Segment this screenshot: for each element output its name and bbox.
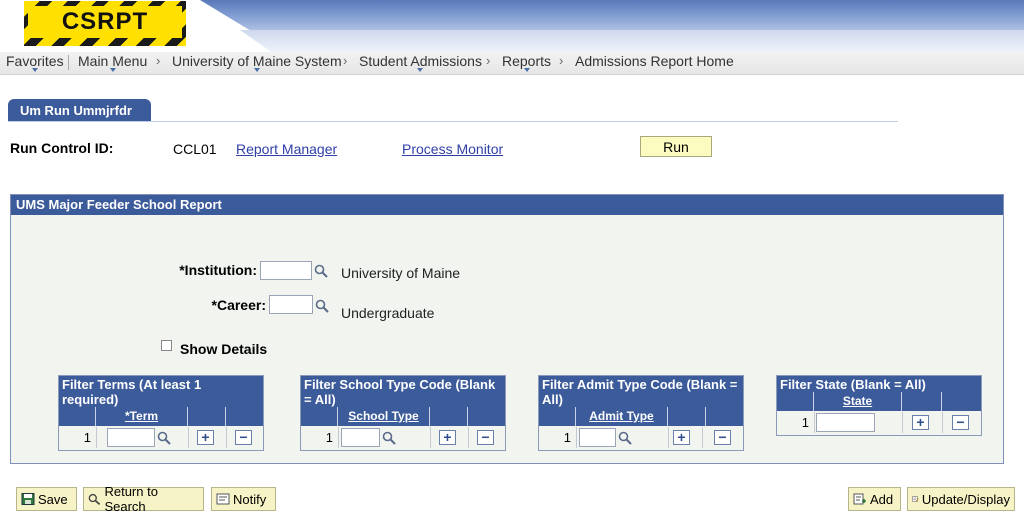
breadcrumb-separator-icon: ›	[156, 53, 161, 68]
delete-row-icon[interactable]: −	[952, 415, 969, 430]
nav-admissions-report-home[interactable]: Admissions Report Home	[575, 53, 734, 69]
dropdown-indicator-icon	[31, 68, 38, 72]
return-to-search-button[interactable]: Return to Search	[83, 484, 204, 514]
state-input[interactable]	[816, 413, 875, 432]
table-row: 1 + −	[59, 427, 263, 448]
grid-column-header: Admit Type	[539, 407, 743, 426]
process-monitor-link[interactable]: Process Monitor	[402, 141, 503, 157]
delete-row-icon[interactable]: −	[714, 430, 731, 445]
grid-column-header: School Type	[301, 407, 505, 426]
run-control-id-label: Run Control ID:	[10, 140, 114, 156]
add-row-icon[interactable]: +	[439, 430, 456, 445]
group-title: UMS Major Feeder School Report	[11, 195, 1003, 215]
lookup-icon[interactable]	[315, 299, 329, 313]
nav-main-menu[interactable]: Main Menu	[78, 53, 147, 72]
admit-type-input[interactable]	[579, 428, 616, 447]
grid-column-header: State	[777, 392, 981, 411]
table-row: 1 + −	[539, 427, 743, 448]
filter-terms-grid: Filter Terms (At least 1 required) *Term…	[58, 375, 264, 451]
header-graphic-lower	[240, 30, 1024, 52]
add-label: Add	[870, 491, 894, 507]
breadcrumb-separator-icon: ›	[486, 53, 491, 68]
header-graphic	[200, 0, 1024, 30]
row-number: 1	[83, 430, 91, 445]
tab-um-run-ummjrfdr[interactable]: Um Run Ummjrfdr	[8, 99, 151, 121]
nav-divider	[68, 55, 69, 70]
report-parameters-group: UMS Major Feeder School Report *Institut…	[10, 194, 1004, 464]
add-row-icon[interactable]: +	[912, 415, 929, 430]
add-row-icon[interactable]: +	[673, 430, 690, 445]
add-icon	[853, 493, 866, 505]
grid-title: Filter Terms (At least 1 required)	[59, 376, 263, 407]
grid-title: Filter State (Blank = All)	[777, 376, 981, 392]
notify-icon	[216, 493, 230, 505]
update-display-icon	[912, 496, 919, 502]
report-manager-link[interactable]: Report Manager	[236, 141, 337, 157]
school-type-input[interactable]	[341, 428, 380, 447]
logo: CSRPT	[24, 1, 186, 46]
run-button[interactable]: Run	[640, 136, 712, 157]
tab-underline	[8, 121, 898, 122]
column-term[interactable]: *Term	[96, 407, 188, 426]
column-school-type[interactable]: School Type	[338, 407, 430, 426]
run-control-id-value: CCL01	[173, 141, 217, 157]
column-admit-type[interactable]: Admit Type	[576, 407, 668, 426]
delete-row-icon[interactable]: −	[477, 430, 494, 445]
save-label: Save	[38, 491, 68, 507]
notify-button[interactable]: Notify	[211, 487, 276, 511]
lookup-icon[interactable]	[314, 264, 328, 278]
dropdown-indicator-icon	[417, 68, 424, 72]
institution-input[interactable]	[260, 261, 312, 280]
grid-title: Filter School Type Code (Blank = All)	[301, 376, 505, 407]
save-button[interactable]: Save	[16, 487, 77, 511]
add-button[interactable]: Add	[848, 487, 901, 511]
table-row: 1 + −	[777, 412, 981, 433]
search-icon	[88, 493, 101, 505]
career-input[interactable]	[269, 295, 313, 314]
main-navigation: Favorites Main Menu › University of Main…	[0, 52, 1024, 75]
nav-student-admissions[interactable]: Student Admissions	[359, 53, 482, 72]
notify-label: Notify	[233, 491, 267, 507]
grid-title: Filter Admit Type Code (Blank = All)	[539, 376, 743, 407]
add-row-icon[interactable]: +	[197, 430, 214, 445]
show-details-checkbox[interactable]	[161, 340, 172, 351]
table-row: 1 + −	[301, 427, 505, 448]
term-input[interactable]	[107, 428, 155, 447]
nav-reports[interactable]: Reports	[502, 53, 551, 72]
update-display-button[interactable]: Update/Display	[907, 487, 1015, 511]
dropdown-indicator-icon	[523, 68, 530, 72]
update-display-label: Update/Display	[921, 491, 1010, 507]
filter-school-type-grid: Filter School Type Code (Blank = All) Sc…	[300, 375, 506, 451]
header-banner: CSRPT	[0, 0, 1024, 52]
row-number: 1	[801, 415, 809, 430]
return-to-search-label: Return to Search	[104, 484, 158, 514]
row-number: 1	[325, 430, 333, 445]
dropdown-indicator-icon	[109, 68, 116, 72]
institution-label: *Institution:	[179, 262, 257, 278]
lookup-icon[interactable]	[618, 431, 632, 445]
dropdown-indicator-icon	[253, 68, 260, 72]
nav-university-of-maine-system[interactable]: University of Maine System	[172, 53, 342, 72]
row-number: 1	[563, 430, 571, 445]
column-state[interactable]: State	[814, 392, 902, 411]
save-icon	[21, 493, 35, 505]
institution-description: University of Maine	[341, 265, 461, 281]
logo-text: CSRPT	[61, 8, 149, 35]
filter-state-grid: Filter State (Blank = All) State 1 + −	[776, 375, 982, 436]
filter-admit-type-grid: Filter Admit Type Code (Blank = All) Adm…	[538, 375, 744, 451]
lookup-icon[interactable]	[382, 431, 396, 445]
grid-column-header: *Term	[59, 407, 263, 426]
nav-favorites[interactable]: Favorites	[6, 53, 64, 72]
career-label: *Career:	[211, 297, 266, 313]
lookup-icon[interactable]	[157, 431, 171, 445]
career-description: Undergraduate	[341, 305, 435, 321]
breadcrumb-separator-icon: ›	[559, 53, 564, 68]
delete-row-icon[interactable]: −	[235, 430, 252, 445]
show-details-label: Show Details	[180, 341, 268, 357]
breadcrumb-separator-icon: ›	[343, 53, 348, 68]
